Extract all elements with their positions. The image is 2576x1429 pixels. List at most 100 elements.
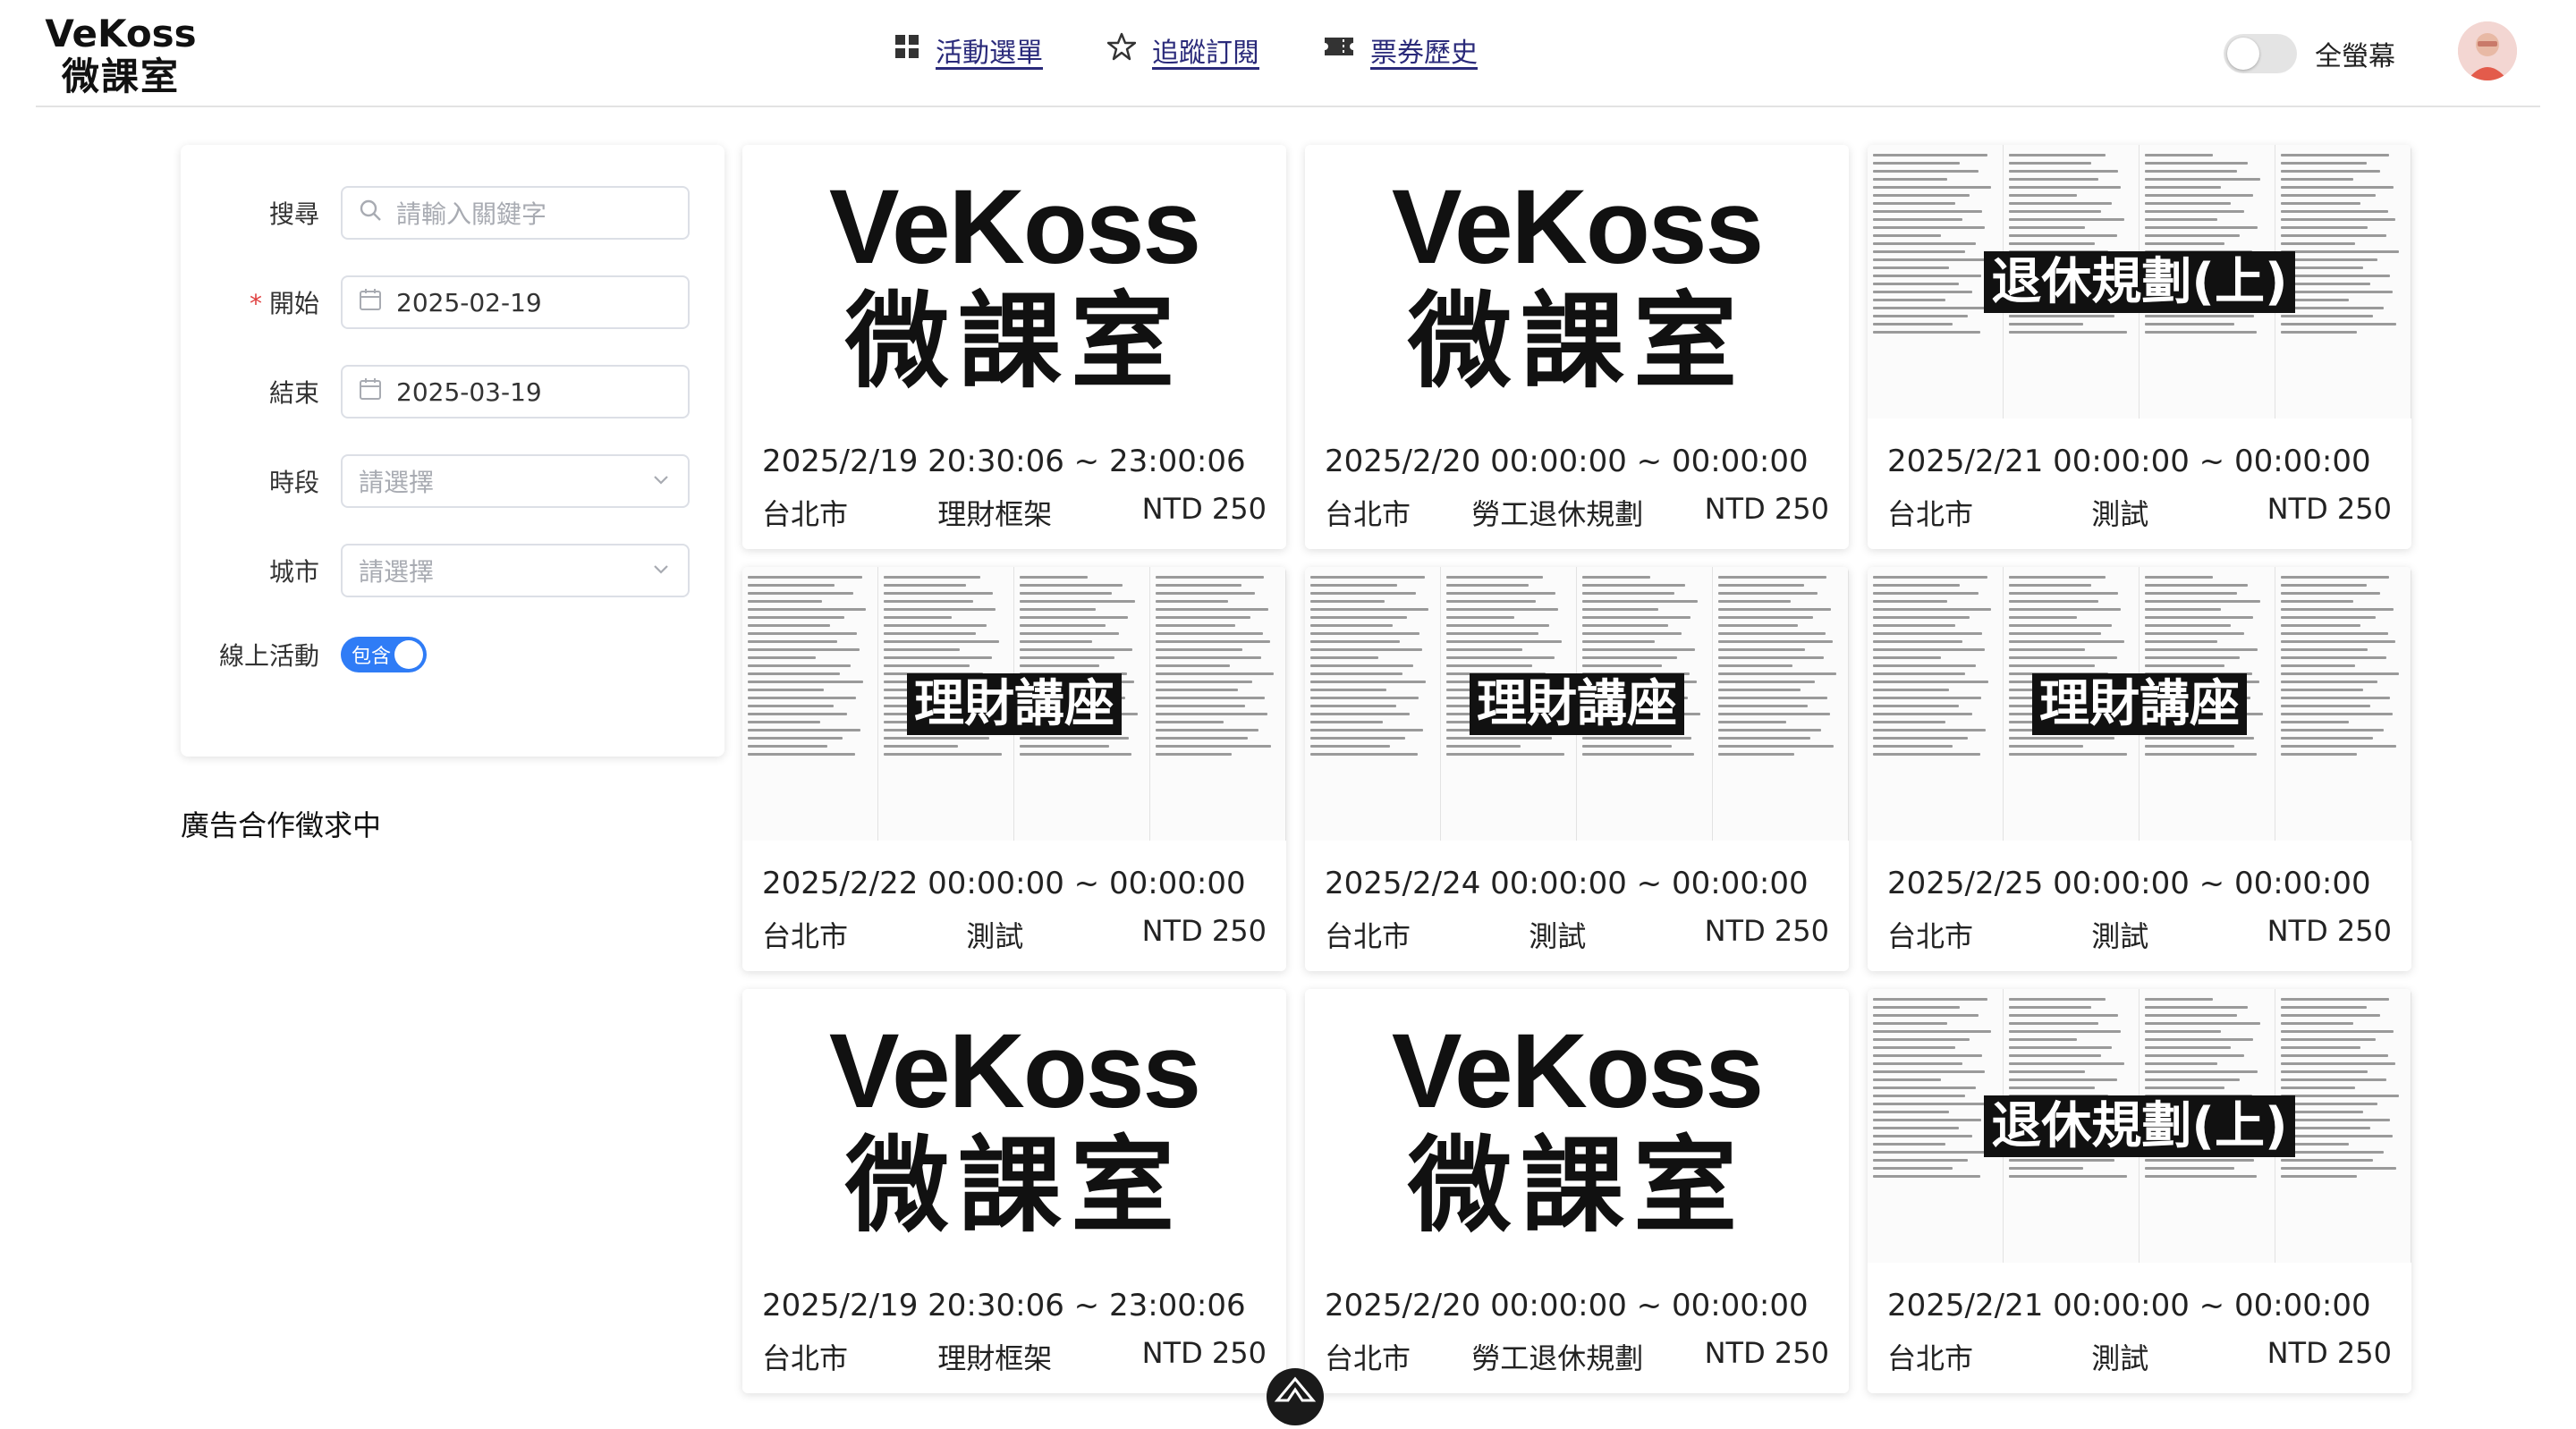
thumbnail-text-line [2009,1087,2095,1089]
thumbnail-text-line [2281,186,2394,189]
thumbnail-text-line [1446,745,1521,748]
thumbnail-text-line [2281,648,2368,651]
event-card[interactable]: 理財講座 2025/2/22 00:00:00 ~ 00:00:00 台北市 測試 NT… [742,567,1286,971]
thumbnail-text-line [1582,656,1677,659]
thumbnail-text-line [2145,737,2255,740]
thumbnail-text-line [2281,608,2394,611]
thumbnail-text-line [884,584,966,587]
event-card[interactable]: VeKoss 微課室 2025/2/20 00:00:00 ~ 00:00:00 台北… [1305,989,1849,1393]
city-select[interactable]: 請選擇 [341,544,690,597]
thumbnail-text-line [1310,656,1379,659]
thumbnail-text-line [1310,664,1414,667]
thumbnail-text-line [1156,608,1269,611]
thumbnail-text-line [1718,737,1810,740]
thumbnail-text-line [748,616,845,619]
thumbnail-text-line [1310,616,1408,619]
thumbnail-text-line [748,640,838,643]
thumbnail-text-line [2009,323,2084,326]
thumbnail-text-line [2009,1030,2122,1033]
event-thumbnail: 理財講座 [1305,567,1849,841]
period-select[interactable]: 請選擇 [341,454,690,508]
event-info: 2025/2/21 00:00:00 ~ 00:00:00 台北市 測試 NTD 25… [1868,1263,2411,1393]
thumbnail-text-line [1020,737,1130,740]
thumbnail-text-line [1873,331,1980,334]
event-price: NTD 250 [1704,1336,1829,1370]
event-thumbnail: VeKoss 微課室 [1305,145,1849,419]
online-toggle-text: 包含 [352,646,392,668]
thumbnail-text-line [1873,998,1987,1001]
thumbnail-text-line [2009,592,2119,595]
thumbnail-text-line [2009,1038,2078,1041]
thumbnail-text-line [1020,664,1099,667]
thumbnail-brand-en: VeKoss [828,168,1201,286]
thumbnail-text-line [2281,664,2356,667]
event-card[interactable]: VeKoss 微課室 2025/2/19 20:30:06 ~ 23:00:06 台北… [742,145,1286,549]
thumbnail-text-line [1582,592,1674,595]
event-card[interactable]: 理財講座 2025/2/25 00:00:00 ~ 00:00:00 台北市 測試 NT… [1868,567,2411,971]
thumbnail-text-line [748,648,860,651]
ticket-icon [1324,34,1354,66]
event-price: NTD 250 [1141,492,1267,526]
event-info: 2025/2/20 00:00:00 ~ 00:00:00 台北市 勞工退休規劃 NT… [1305,1263,1849,1393]
fullscreen-switch[interactable] [2224,34,2297,73]
thumbnail-text-line [1310,584,1398,587]
event-card[interactable]: VeKoss 微課室 2025/2/20 00:00:00 ~ 00:00:00 台北… [1305,145,1849,549]
thumbnail-text-line [1582,745,1673,748]
thumbnail-text-line [2281,1159,2373,1162]
thumbnail-text-line [2145,608,2221,611]
thumbnail-text-line [2145,162,2249,165]
start-date-field[interactable]: 2025-02-19 [341,275,690,329]
user-avatar[interactable] [2458,21,2517,80]
event-category: 勞工退休規劃 [1471,1341,1644,1375]
event-card[interactable]: 退休規劃(上) 2025/2/21 00:00:00 ~ 00:00:00 台北市 測… [1868,145,2411,549]
event-info: 2025/2/20 00:00:00 ~ 00:00:00 台北市 勞工退休規劃 NT… [1305,419,1849,549]
online-toggle[interactable]: 包含 [341,637,427,672]
thumbnail-text-line [2145,640,2217,643]
event-time: 2025/2/21 00:00:00 ~ 00:00:00 [1887,444,2371,479]
event-card[interactable]: 理財講座 2025/2/24 00:00:00 ~ 00:00:00 台北市 測試 NT… [1305,567,1849,971]
thumbnail-text-line [2281,1078,2387,1081]
thumbnail-brand: VeKoss 微課室 [1305,1014,1849,1245]
thumbnail-title: 理財講座 [2032,673,2247,735]
thumbnail-text-line [748,745,827,748]
search-input[interactable]: 請輸入關鍵字 [341,186,690,240]
thumbnail-text-line [2145,592,2237,595]
thumbnail-text-line [1873,1087,1977,1089]
thumbnail-text-line [2009,656,2117,659]
thumbnail-text-line [1873,315,1968,317]
thumbnail-text-line [1156,584,1241,587]
thumbnail-text-line [1020,624,1106,627]
thumbnail-text-line [1873,1175,1980,1178]
thumbnail-text-line [2281,170,2381,173]
event-category: 理財框架 [937,1341,1053,1375]
thumbnail-text-line [1718,640,1833,643]
thumbnail-text-line [748,624,830,627]
nav-event-menu[interactable]: 活動選單 [894,30,1043,70]
thumbnail-text-line [2009,1167,2084,1170]
event-card[interactable]: 退休規劃(上) 2025/2/21 00:00:00 ~ 00:00:00 台北市 測… [1868,989,2411,1393]
thumbnail-text-line [2281,194,2376,197]
thumbnail-text-line [1156,745,1272,748]
thumbnail-text-line [2145,1087,2224,1089]
end-date-field[interactable]: 2025-03-19 [341,365,690,419]
thumbnail-text-line [2145,178,2261,181]
fullscreen-toggle[interactable]: 全螢幕 [2224,34,2395,73]
nav-ticket-history[interactable]: 票券歷史 [1324,30,1478,70]
thumbnail-text-line [2145,242,2224,245]
thumbnail-text-line [2281,1014,2381,1017]
thumbnail-text-line [748,632,858,635]
devtools-icon[interactable] [1267,1368,1324,1425]
event-info: 2025/2/21 00:00:00 ~ 00:00:00 台北市 測試 NTD 25… [1868,419,2411,549]
grid-icon [894,34,919,66]
brand-logo[interactable]: VeKoss 微課室 [45,13,197,98]
thumbnail-title-overlay: 理財講座 [742,672,1286,737]
event-card[interactable]: VeKoss 微課室 2025/2/19 20:30:06 ~ 23:00:06 台北… [742,989,1286,1393]
thumbnail-text-line [1718,576,1826,579]
thumbnail-text-line [2281,1038,2376,1041]
switch-knob [2227,38,2259,70]
thumbnail-text-line [2281,331,2357,334]
event-meta: 台北市 理財框架 NTD 250 [762,1336,1267,1377]
thumbnail-text-line [2281,640,2395,643]
event-info: 2025/2/22 00:00:00 ~ 00:00:00 台北市 測試 NTD 25… [742,841,1286,971]
nav-subscriptions[interactable]: 追蹤訂閱 [1106,30,1259,70]
